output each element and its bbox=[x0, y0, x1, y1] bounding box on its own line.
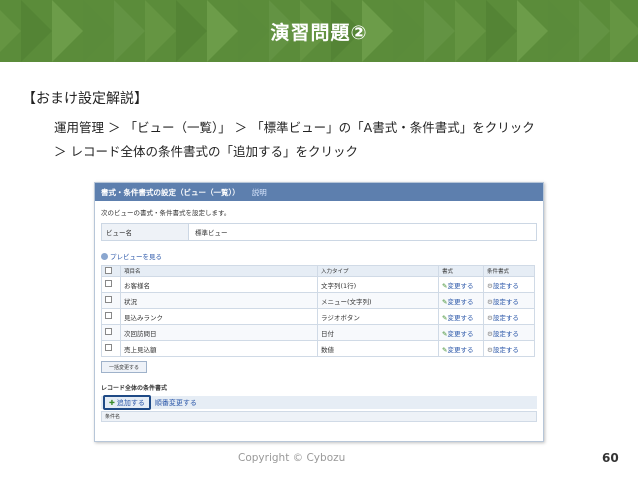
row-checkbox[interactable] bbox=[105, 328, 112, 335]
view-name-value: 標準ビュー bbox=[195, 229, 228, 237]
table-row: 次回訪問日 日付 ✎変更する ⚙設定する bbox=[101, 324, 535, 341]
instruction-line-2: ＞ レコード全体の条件書式の「追加する」をクリック bbox=[54, 144, 358, 159]
select-all-checkbox[interactable] bbox=[105, 266, 112, 274]
record-condition-section-title: レコード全体の条件書式 bbox=[101, 385, 168, 392]
field-name: 状況 bbox=[120, 292, 318, 309]
column-header-condition: 条件書式 bbox=[483, 265, 535, 277]
plus-icon: ✚ bbox=[109, 398, 115, 407]
field-type: 日付 bbox=[317, 324, 439, 341]
add-condition-button[interactable]: ✚ 追加する bbox=[103, 395, 151, 410]
section-title: 【おまけ設定解説】 bbox=[22, 91, 148, 107]
view-name-label: ビュー名 bbox=[102, 224, 189, 240]
bulk-change-button[interactable]: 一括変更する bbox=[101, 361, 147, 373]
table-row: お客様名 文字列(1行) ✎変更する ⚙設定する bbox=[101, 276, 535, 293]
field-name: 次回訪問日 bbox=[120, 324, 318, 341]
condition-set-link[interactable]: ⚙設定する bbox=[483, 324, 535, 341]
field-name: お客様名 bbox=[120, 276, 318, 293]
settings-header: 書式・条件書式の設定（ビュー（一覧）） 説明 bbox=[95, 183, 543, 201]
condition-set-link[interactable]: ⚙設定する bbox=[483, 276, 535, 293]
preview-label: プレビューを見る bbox=[110, 253, 162, 261]
column-header-type: 入力タイプ bbox=[317, 265, 439, 277]
field-type: メニュー(文字列) bbox=[317, 292, 439, 309]
field-type: ラジオボタン bbox=[317, 308, 439, 325]
field-type: 数値 bbox=[317, 340, 439, 357]
field-name: 見込みランク bbox=[120, 308, 318, 325]
table-row: 状況 メニュー(文字列) ✎変更する ⚙設定する bbox=[101, 292, 535, 309]
column-header-format: 書式 bbox=[438, 265, 484, 277]
condition-set-link[interactable]: ⚙設定する bbox=[483, 308, 535, 325]
preview-link[interactable]: プレビューを見る bbox=[101, 251, 537, 261]
row-checkbox[interactable] bbox=[105, 280, 112, 287]
checkbox-column-header bbox=[101, 265, 121, 277]
help-link[interactable]: 説明 bbox=[252, 187, 267, 198]
slide-title: 演習問題② bbox=[270, 21, 368, 44]
view-name-row: ビュー名 標準ビュー bbox=[101, 223, 537, 241]
field-type: 文字列(1行) bbox=[317, 276, 439, 293]
add-condition-label: 追加する bbox=[116, 398, 145, 407]
row-checkbox[interactable] bbox=[105, 312, 112, 319]
record-condition-toolbar: ✚ 追加する 順番変更する bbox=[101, 395, 537, 410]
fields-table: 項目名 入力タイプ 書式 条件書式 お客様名 文字列(1行) ✎変更する ⚙設定… bbox=[101, 265, 535, 357]
table-header: 項目名 入力タイプ 書式 条件書式 bbox=[101, 265, 535, 277]
condition-set-link[interactable]: ⚙設定する bbox=[483, 292, 535, 309]
row-checkbox[interactable] bbox=[105, 344, 112, 351]
preview-icon bbox=[101, 252, 108, 260]
settings-description: 次のビューの書式・条件書式を設定します。 bbox=[101, 209, 231, 217]
instruction-line-1: 運用管理 ＞ 「ビュー（一覧）」 ＞ 「標準ビュー」の「A書式・条件書式」をクリ… bbox=[54, 120, 535, 135]
field-name: 売上見込額 bbox=[120, 340, 318, 357]
settings-title: 書式・条件書式の設定（ビュー（一覧）） bbox=[101, 187, 240, 197]
reorder-link[interactable]: 順番変更する bbox=[155, 398, 197, 408]
embedded-screenshot: 書式・条件書式の設定（ビュー（一覧）） 説明 次のビューの書式・条件書式を設定し… bbox=[94, 182, 544, 442]
column-header-name: 項目名 bbox=[120, 265, 318, 277]
format-change-link[interactable]: ✎変更する bbox=[438, 276, 484, 293]
row-checkbox[interactable] bbox=[105, 296, 112, 303]
format-change-link[interactable]: ✎変更する bbox=[438, 340, 484, 357]
format-change-link[interactable]: ✎変更する bbox=[438, 292, 484, 309]
format-change-link[interactable]: ✎変更する bbox=[438, 308, 484, 325]
title-banner: 演習問題② bbox=[0, 0, 638, 62]
condition-set-link[interactable]: ⚙設定する bbox=[483, 340, 535, 357]
table-row: 売上見込額 数値 ✎変更する ⚙設定する bbox=[101, 340, 535, 357]
condition-name-header: 条件名 bbox=[101, 411, 537, 422]
copyright-footer: Copyright © Cybozu bbox=[238, 452, 346, 464]
table-row: 見込みランク ラジオボタン ✎変更する ⚙設定する bbox=[101, 308, 535, 325]
format-change-link[interactable]: ✎変更する bbox=[438, 324, 484, 341]
page-number: 60 bbox=[602, 451, 619, 465]
